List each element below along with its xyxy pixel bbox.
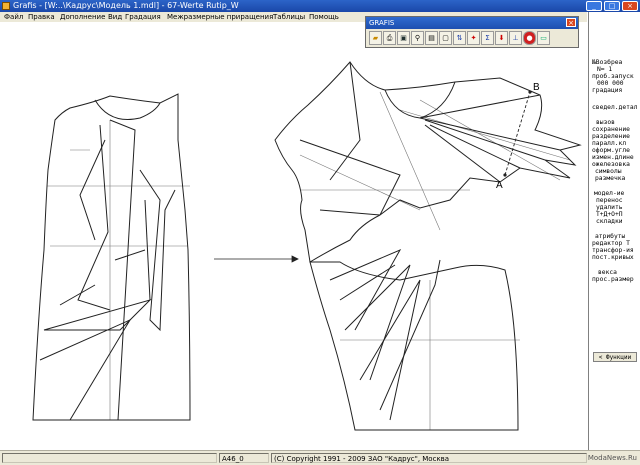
left-garment-diag-4	[59, 284, 96, 306]
panel-build-curves[interactable]: пост.кривых	[592, 254, 634, 261]
minimize-button[interactable]: _	[586, 1, 602, 11]
panel-pleats[interactable]: складки	[596, 218, 623, 225]
panel-weights[interactable]: векса	[598, 269, 617, 276]
right-garment-fan-dart-1	[419, 94, 541, 119]
point-a-marker	[503, 173, 507, 177]
watermark: ModaNews.Ru	[587, 454, 637, 462]
panel-run-values: 000 000	[597, 80, 624, 87]
download-icon[interactable]: ⬇	[495, 31, 508, 45]
title-bar: Grafis - [W:..\Кадрус\Модель 1.mdl] - 67…	[0, 0, 640, 12]
menu-view[interactable]: Вид	[108, 12, 122, 22]
panel-transform[interactable]: трансфор-ия	[592, 247, 634, 254]
drawing-canvas[interactable]: A B	[0, 22, 587, 450]
menu-tables[interactable]: Таблицы	[273, 12, 305, 22]
menu-help[interactable]: Помощь	[309, 12, 339, 22]
panel-parallel[interactable]: паралл.кл	[592, 140, 626, 147]
monitor-icon[interactable]: ▭	[537, 31, 550, 45]
left-garment-dart-2	[77, 124, 111, 311]
zoom-icon[interactable]: ⚲	[411, 31, 424, 45]
panel-save[interactable]: сохранение	[592, 126, 630, 133]
menu-edit[interactable]: Правка	[28, 12, 55, 22]
guide-line-right-4	[399, 109, 571, 161]
save-icon[interactable]: ▣	[397, 31, 410, 45]
layers-icon[interactable]: ▤	[425, 31, 438, 45]
measure-icon[interactable]: ⊥	[509, 31, 522, 45]
left-garment-diag-2	[39, 318, 132, 421]
left-garment-panel-1	[139, 169, 176, 332]
tools-icon[interactable]: ✦	[467, 31, 480, 45]
right-garment-fan-dart-3	[424, 119, 546, 161]
close-button[interactable]: ×	[622, 1, 638, 11]
point-b-marker	[528, 90, 532, 94]
status-cell-empty	[2, 453, 217, 463]
point-b-label: B	[533, 82, 540, 93]
panel-corner-format[interactable]: оформ.угле	[592, 147, 630, 154]
panel-call[interactable]: вызов	[596, 119, 615, 126]
status-copyright: (C) Copyright 1991 - 2009 ЗАО "Кадрус", …	[271, 453, 587, 463]
transform-arrow	[214, 255, 299, 263]
print-icon[interactable]: ⎙	[383, 31, 396, 45]
right-garment-fan-dart-2	[419, 117, 561, 151]
right-garment-lower-dart-4	[379, 259, 441, 411]
function-panel: №Возбреа N= 1 проб.запуск 000 000 градац…	[588, 12, 640, 450]
menu-file[interactable]: Файл	[4, 12, 23, 22]
right-garment-lower-dart-3	[359, 279, 421, 421]
window-title: Grafis - [W:..\Кадрус\Модель 1.mdl] - 67…	[13, 1, 239, 10]
panel-grading[interactable]: градация	[592, 87, 622, 94]
panel-symbols[interactable]: символы	[595, 168, 622, 175]
panel-test-run[interactable]: проб.запуск	[592, 73, 634, 80]
left-garment-diag-3	[114, 249, 146, 261]
right-garment-lower-dart-5	[339, 264, 396, 301]
panel-marking[interactable]: размечка	[595, 175, 625, 182]
toolbox-close-button[interactable]: ×	[566, 18, 576, 27]
maximize-button[interactable]: □	[604, 1, 620, 11]
left-garment-dart-3	[79, 139, 106, 241]
status-cell-model: A46_0	[219, 453, 269, 463]
panel-image-no[interactable]: №Возбреа	[592, 59, 622, 66]
panel-delete[interactable]: удалить	[596, 204, 623, 211]
page-icon[interactable]: ▢	[439, 31, 452, 45]
panel-tdop[interactable]: Т+Д+О+П	[596, 211, 623, 218]
left-garment-outline	[32, 93, 191, 421]
panel-split[interactable]: разделение	[592, 133, 630, 140]
guide-line-right-2	[299, 154, 421, 211]
right-garment-lower-outline	[309, 261, 519, 431]
pattern-drawing: A B	[32, 61, 582, 431]
status-bar: A46_0 (C) Copyright 1991 - 2009 ЗАО "Кад…	[0, 450, 640, 465]
panel-size-view[interactable]: прос.размер	[592, 276, 634, 283]
guide-line-right-3	[419, 99, 561, 181]
stop-icon[interactable]: ●	[523, 31, 536, 45]
menu-addition[interactable]: Дополнение	[60, 12, 105, 22]
right-garment-inner-3	[319, 209, 381, 216]
grafis-toolbox[interactable]: GRAFIS × ▰ ⎙ ▣ ⚲ ▤ ▢ ⇅ ✦ Σ ⬇ ⊥ ● ▭	[365, 16, 579, 48]
app-icon	[2, 2, 10, 10]
toolbox-tools: ▰ ⎙ ▣ ⚲ ▤ ▢ ⇅ ✦ Σ ⬇ ⊥ ● ▭	[369, 31, 550, 45]
sort-icon[interactable]: ⇅	[453, 31, 466, 45]
window-controls: _ □ ×	[586, 1, 638, 11]
panel-text-editor[interactable]: редактор Т	[592, 240, 630, 247]
menu-intersize-increments[interactable]: Межразмерные приращения	[167, 12, 273, 22]
panel-merge-details[interactable]: сведел.детал	[592, 104, 638, 111]
right-garment-inner-2	[299, 139, 401, 216]
left-garment-neckline	[94, 99, 161, 120]
left-garment-dart-1	[109, 119, 136, 421]
panel-edging[interactable]: ожелезовка	[592, 161, 630, 168]
panel-modeling[interactable]: модел-ие	[594, 190, 624, 197]
open-icon[interactable]: ▰	[369, 31, 382, 45]
point-a-label: A	[496, 180, 503, 191]
scale-icon[interactable]: Σ	[481, 31, 494, 45]
panel-change-length[interactable]: измен.длине	[592, 154, 634, 161]
panel-attributes[interactable]: атрибуты	[595, 233, 625, 240]
toolbox-title[interactable]: GRAFIS	[366, 17, 578, 29]
panel-transfer[interactable]: перенос	[596, 197, 623, 204]
functions-button[interactable]: < Функции	[593, 352, 637, 362]
left-garment-panel-2	[144, 199, 151, 301]
panel-n-value: N= 1	[597, 66, 613, 73]
menu-grading[interactable]: Градация	[125, 12, 161, 22]
